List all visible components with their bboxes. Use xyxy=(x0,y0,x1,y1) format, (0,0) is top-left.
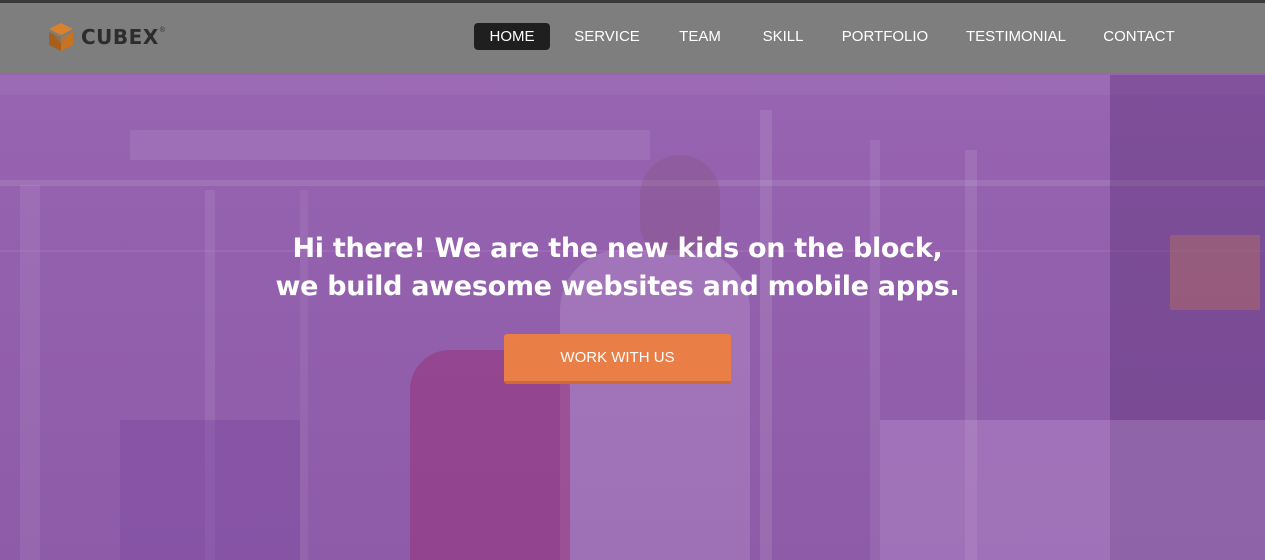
hero-headline: Hi there! We are the new kids on the blo… xyxy=(0,230,1235,306)
nav-item-contact[interactable]: CONTACT xyxy=(1101,23,1177,50)
nav-item-portfolio[interactable]: PORTFOLIO xyxy=(840,23,930,50)
top-navbar: CUBEX ® HOME SERVICE TEAM SKILL PORTFOLI… xyxy=(0,0,1265,73)
nav-item-testimonial[interactable]: TESTIMONIAL xyxy=(963,23,1069,50)
nav-item-skill[interactable]: SKILL xyxy=(756,23,810,50)
brand-logo[interactable]: CUBEX ® xyxy=(47,21,165,53)
cube-logo-icon xyxy=(47,22,75,52)
brand-name: CUBEX xyxy=(81,25,159,49)
nav-item-home[interactable]: HOME xyxy=(474,23,550,50)
work-with-us-button[interactable]: WORK WITH US xyxy=(504,334,731,384)
nav-item-team[interactable]: TEAM xyxy=(672,23,728,50)
hero-headline-line-2: we build awesome websites and mobile app… xyxy=(275,271,960,302)
registered-mark: ® xyxy=(159,26,165,34)
hero-headline-line-1: Hi there! We are the new kids on the blo… xyxy=(292,233,943,264)
nav-item-service[interactable]: SERVICE xyxy=(572,23,642,50)
